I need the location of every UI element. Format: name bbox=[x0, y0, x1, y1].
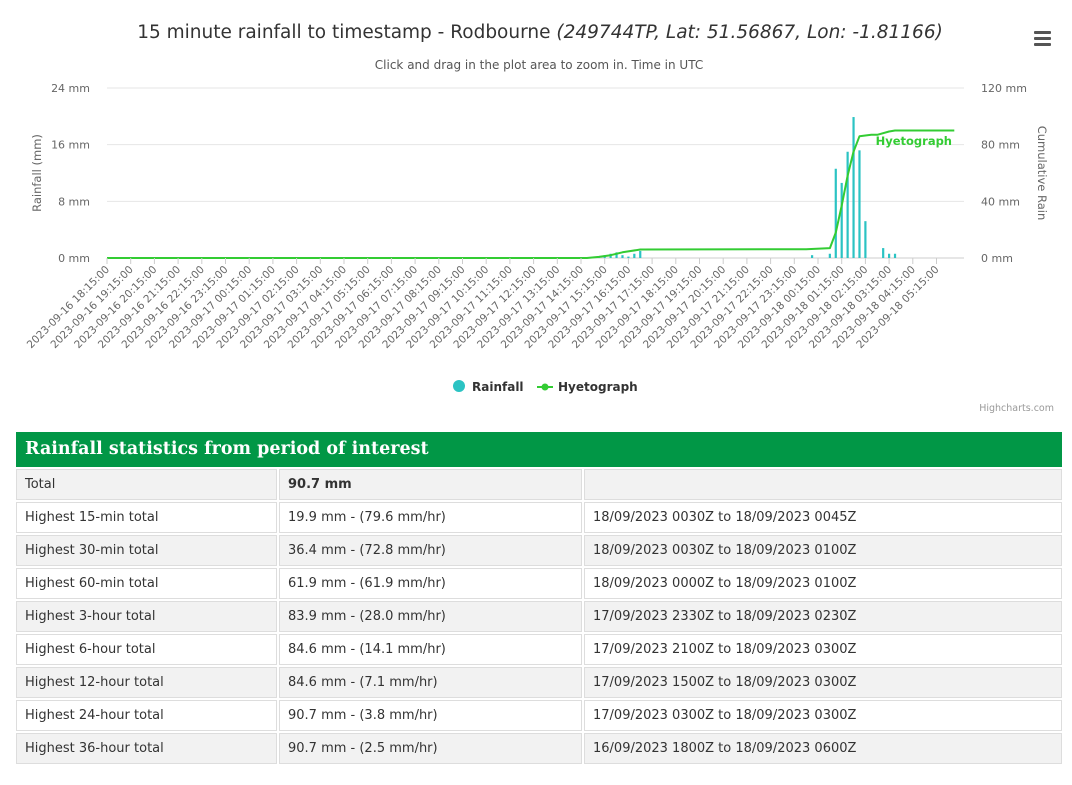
rainfall-bar bbox=[828, 253, 831, 258]
statistic-period: 18/09/2023 0030Z to 18/09/2023 0100Z bbox=[584, 535, 1062, 566]
legend-item-hyetograph[interactable]: Hyetograph bbox=[537, 380, 638, 394]
rainfall-bar bbox=[893, 253, 897, 258]
hyetograph-line[interactable]: Hyetograph bbox=[107, 129, 955, 259]
statistic-period: 17/09/2023 2100Z to 18/09/2023 0300Z bbox=[584, 634, 1062, 665]
y-axis-left-labels: 0 mm 8 mm 16 mm 24 mm bbox=[51, 82, 90, 265]
statistics-row: Highest 24-hour total 90.7 mm - (3.8 mm/h… bbox=[16, 700, 1062, 731]
hyetograph-path bbox=[107, 129, 955, 259]
statistic-value: 90.7 mm - (2.5 mm/hr) bbox=[279, 733, 582, 764]
rainfall-bar bbox=[834, 168, 837, 258]
statistic-label: Highest 12-hour total bbox=[16, 667, 277, 698]
statistic-label: Highest 24-hour total bbox=[16, 700, 277, 731]
legend-hyetograph-marker bbox=[541, 383, 549, 391]
rainfall-bar bbox=[633, 253, 636, 258]
legend-rainfall-marker bbox=[453, 380, 465, 392]
statistics-row: Highest 30-min total 36.4 mm - (72.8 mm/h… bbox=[16, 535, 1062, 566]
statistic-value: 36.4 mm - (72.8 mm/hr) bbox=[279, 535, 582, 566]
statistic-label: Highest 30-min total bbox=[16, 535, 277, 566]
statistics-header: Rainfall statistics from period of inter… bbox=[16, 432, 1062, 467]
rainfall-bar bbox=[639, 250, 642, 258]
statistics-row: Highest 15-min total 19.9 mm - (79.6 mm/h… bbox=[16, 502, 1062, 533]
rainfall-bar bbox=[852, 117, 855, 259]
statistic-period: 17/09/2023 2330Z to 18/09/2023 0230Z bbox=[584, 601, 1062, 632]
rainfall-bars[interactable] bbox=[597, 117, 897, 259]
statistics-row: Highest 6-hour total 84.6 mm - (14.1 mm/h… bbox=[16, 634, 1062, 665]
statistic-value: 84.6 mm - (14.1 mm/hr) bbox=[279, 634, 582, 665]
rainfall-bar bbox=[627, 256, 630, 258]
statistic-value: 19.9 mm - (79.6 mm/hr) bbox=[279, 502, 582, 533]
y-axis-left-title: Rainfall (mm) bbox=[30, 134, 44, 212]
statistic-value: 84.6 mm - (7.1 mm/hr) bbox=[279, 667, 582, 698]
statistic-label: Highest 3-hour total bbox=[16, 601, 277, 632]
statistics-table: Total 90.7 mm Highest 15-min total 19.9 mm … bbox=[14, 467, 1064, 766]
legend-rainfall-label: Rainfall bbox=[472, 380, 524, 394]
statistics-row: Highest 60-min total 61.9 mm - (61.9 mm/h… bbox=[16, 568, 1062, 599]
statistic-period bbox=[584, 469, 1062, 500]
rainfall-bar bbox=[858, 150, 861, 258]
y2-tick-label: 40 mm bbox=[981, 195, 1020, 208]
y2-tick-label: 120 mm bbox=[981, 82, 1027, 95]
statistics-row: Total 90.7 mm bbox=[16, 469, 1062, 500]
statistic-label: Highest 60-min total bbox=[16, 568, 277, 599]
statistic-period: 18/09/2023 0030Z to 18/09/2023 0045Z bbox=[584, 502, 1062, 533]
rainfall-bar bbox=[882, 248, 885, 258]
chart-legend[interactable]: Rainfall Hyetograph bbox=[453, 380, 638, 394]
statistic-label: Highest 36-hour total bbox=[16, 733, 277, 764]
statistic-period: 17/09/2023 1500Z to 18/09/2023 0300Z bbox=[584, 667, 1062, 698]
statistic-period: 17/09/2023 0300Z to 18/09/2023 0300Z bbox=[584, 700, 1062, 731]
rainfall-bar bbox=[846, 151, 849, 258]
legend-item-rainfall[interactable]: Rainfall bbox=[453, 380, 524, 394]
rainfall-chart: 15 minute rainfall to timestamp - Rodbou… bbox=[0, 0, 1072, 425]
y-tick-label: 16 mm bbox=[51, 139, 90, 152]
rainfall-bar bbox=[888, 253, 891, 258]
x-axis-labels: 2023-09-16 18:15:002023-09-16 19:15:0020… bbox=[25, 264, 942, 351]
statistics-row: Highest 36-hour total 90.7 mm - (2.5 mm/h… bbox=[16, 733, 1062, 764]
statistics-row: Highest 12-hour total 84.6 mm - (7.1 mm/h… bbox=[16, 667, 1062, 698]
y-axis-right-title: Cumulative Rain bbox=[1035, 126, 1049, 221]
hyetograph-series-label: Hyetograph bbox=[876, 134, 952, 148]
legend-hyetograph-label: Hyetograph bbox=[558, 380, 638, 394]
statistic-label: Total bbox=[16, 469, 277, 500]
rainfall-statistics-panel: Rainfall statistics from period of inter… bbox=[16, 432, 1062, 766]
statistic-value: 83.9 mm - (28.0 mm/hr) bbox=[279, 601, 582, 632]
y-tick-label: 8 mm bbox=[58, 195, 90, 208]
statistic-period: 18/09/2023 0000Z to 18/09/2023 0100Z bbox=[584, 568, 1062, 599]
rainfall-bar bbox=[810, 255, 814, 258]
plot-svg[interactable]: 0 mm8 mm16 mm24 mm 0 mm40 mm80 mm120 mm … bbox=[0, 0, 1072, 425]
statistic-period: 16/09/2023 1800Z to 18/09/2023 0600Z bbox=[584, 733, 1062, 764]
y-axis-right-labels: 0 mm 40 mm 80 mm 120 mm bbox=[981, 82, 1027, 265]
y-tick-label: 0 mm bbox=[58, 252, 90, 265]
statistic-label: Highest 15-min total bbox=[16, 502, 277, 533]
statistic-value: 90.7 mm bbox=[279, 469, 582, 500]
y2-tick-label: 80 mm bbox=[981, 139, 1020, 152]
statistic-value: 90.7 mm - (3.8 mm/hr) bbox=[279, 700, 582, 731]
statistic-label: Highest 6-hour total bbox=[16, 634, 277, 665]
rainfall-bar bbox=[864, 221, 867, 258]
statistics-row: Highest 3-hour total 83.9 mm - (28.0 mm/h… bbox=[16, 601, 1062, 632]
y-tick-label: 24 mm bbox=[51, 82, 90, 95]
highcharts-credits[interactable]: Highcharts.com bbox=[979, 403, 1054, 414]
statistic-value: 61.9 mm - (61.9 mm/hr) bbox=[279, 568, 582, 599]
rainfall-bar bbox=[840, 182, 843, 258]
rainfall-bar bbox=[621, 255, 624, 258]
y2-tick-label: 0 mm bbox=[981, 252, 1013, 265]
